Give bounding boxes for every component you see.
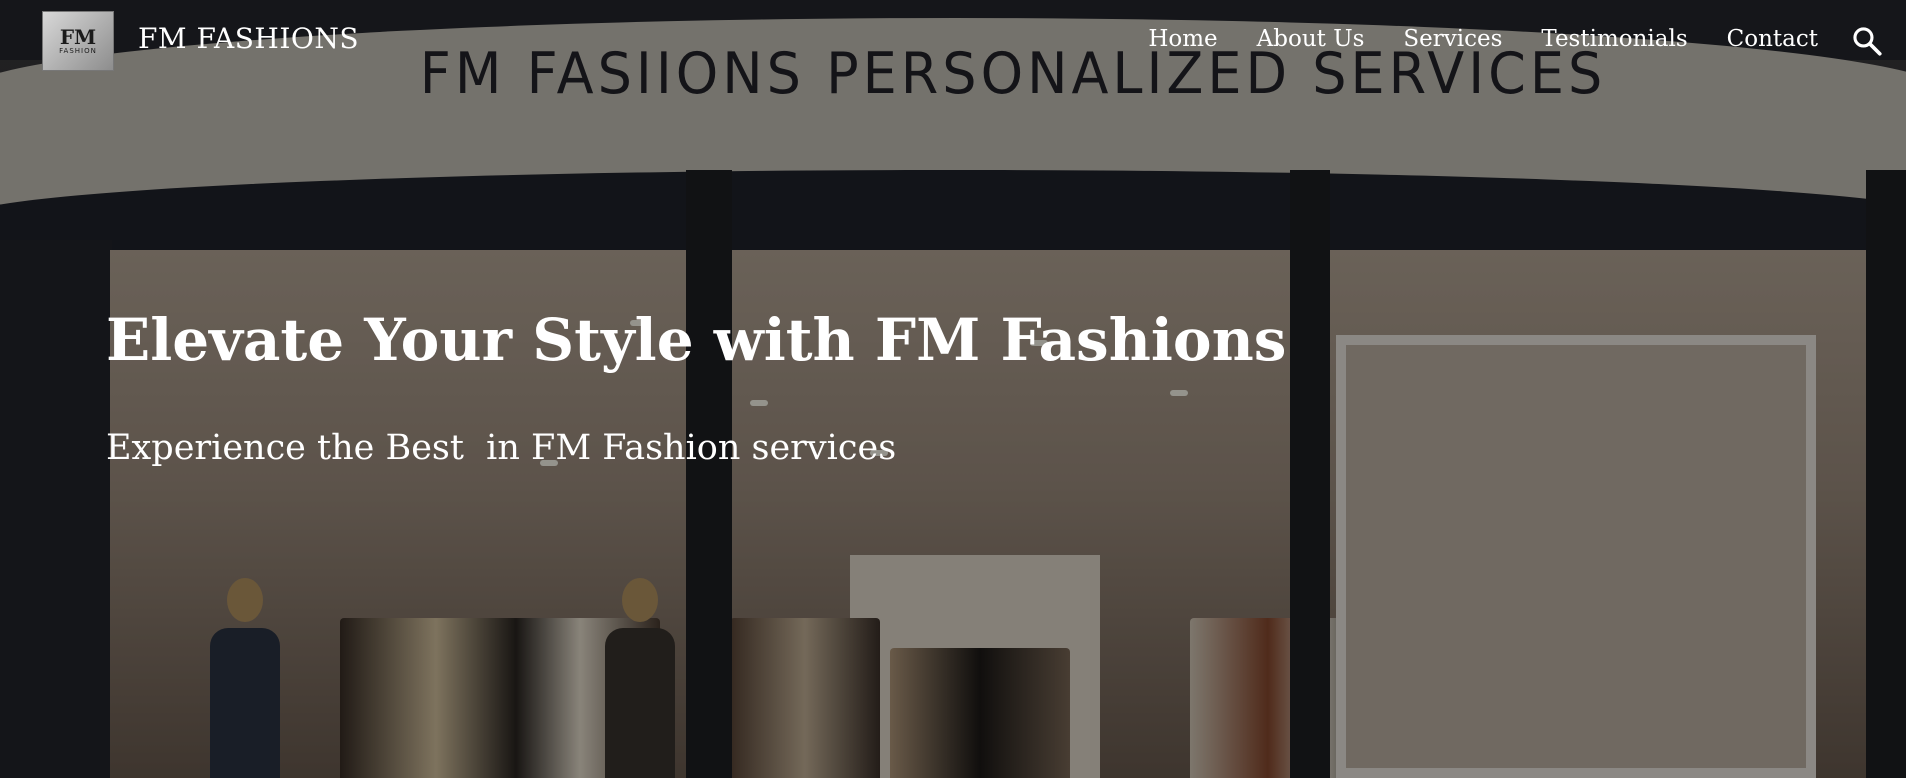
site-title-link[interactable]: FM FASHIONS — [138, 22, 359, 55]
search-icon — [1853, 27, 1882, 56]
logo-mark: FM — [59, 25, 97, 49]
search-button[interactable] — [1850, 24, 1884, 58]
logo-sub: FASHION — [59, 47, 97, 55]
hero-title: Elevate Your Style with FM Fashions — [106, 306, 1287, 374]
nav-about-us[interactable]: About Us — [1257, 26, 1365, 52]
page: FM FASIIONS PERSONALIZED SERVICES FM FAS… — [0, 0, 1906, 778]
nav-services[interactable]: Services — [1403, 26, 1502, 52]
hero-section: Elevate Your Style with FM Fashions Expe… — [106, 300, 1286, 468]
site-logo[interactable]: FM FASHION — [42, 11, 114, 71]
nav-testimonials[interactable]: Testimonials — [1541, 26, 1687, 52]
site-header: FM FASHION FM FASHIONS Home About Us Ser… — [0, 0, 1906, 84]
hero-subtitle: Experience the Best in FM Fashion servic… — [106, 428, 897, 468]
main-nav: Home About Us Services Testimonials Cont… — [1148, 26, 1818, 52]
nav-contact[interactable]: Contact — [1727, 26, 1818, 52]
nav-home[interactable]: Home — [1148, 26, 1217, 52]
